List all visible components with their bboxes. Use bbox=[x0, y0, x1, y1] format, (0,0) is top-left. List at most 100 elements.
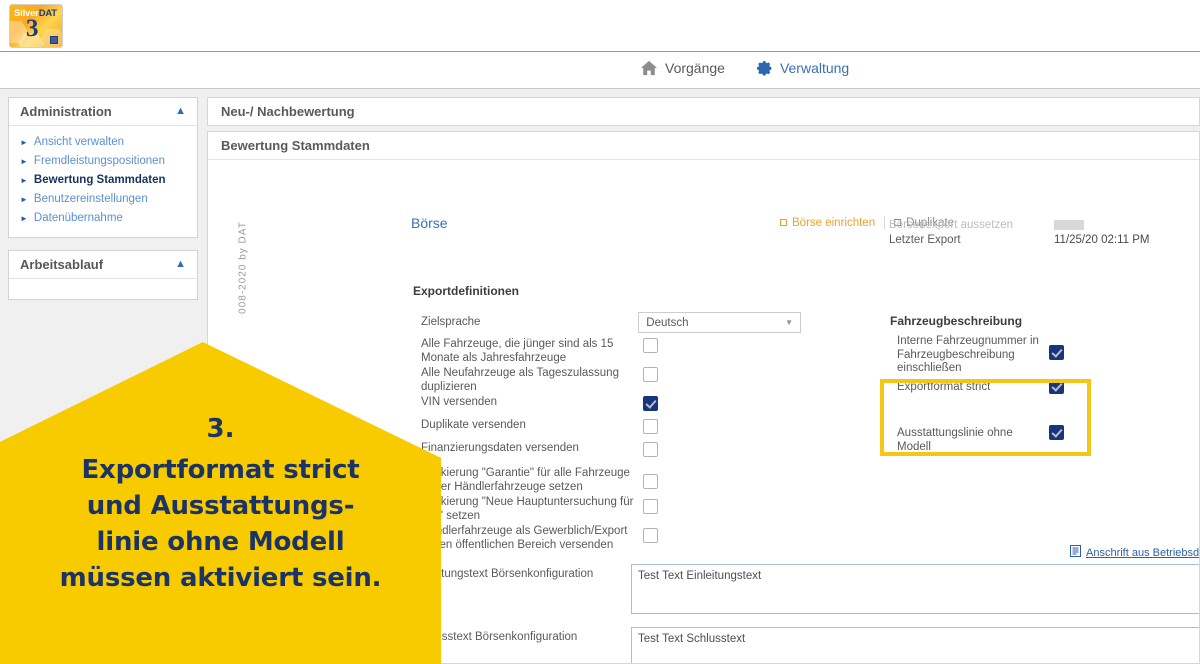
zielsprache-row: Zielsprache Deutsch ▼ bbox=[421, 312, 801, 333]
silverdat-logo[interactable]: SilverDAT 3 bbox=[9, 4, 63, 48]
triangle-right-icon: ► bbox=[20, 137, 28, 147]
option-label: Markierung "Garantie" für alle Fahrzeuge… bbox=[421, 467, 630, 493]
option-checkbox-checked[interactable] bbox=[643, 396, 658, 411]
sidebar-item-label: Datenübernahme bbox=[33, 212, 123, 224]
nav-item-vorgaenge[interactable]: Vorgänge bbox=[640, 60, 725, 76]
boerse-einrichten-label: Börse einrichten bbox=[792, 216, 876, 229]
option-row: Duplikate versenden bbox=[421, 419, 801, 434]
option-checkbox[interactable] bbox=[643, 338, 658, 353]
nav-item-vorgaenge-label: Vorgänge bbox=[665, 60, 725, 76]
einleitungstext-input[interactable] bbox=[631, 564, 1199, 614]
instruction-text: Exportformat strict und Ausstattungs- li… bbox=[0, 452, 441, 596]
vehicle-option-label: Exportformat strict bbox=[897, 381, 991, 393]
option-checkbox[interactable] bbox=[643, 419, 658, 434]
option-row: Alle Neufahrzeuge als Tageszulassung dup… bbox=[421, 367, 801, 394]
option-row: Markierung "Garantie" für alle Fahrzeuge… bbox=[421, 467, 801, 494]
sidebar-item-label: Bewertung Stammdaten bbox=[33, 174, 166, 186]
sidebar-panel-arbeitsablauf-header[interactable]: Arbeitsablauf ▲ bbox=[9, 251, 197, 279]
schlusstext-input[interactable] bbox=[631, 627, 1199, 663]
home-icon bbox=[640, 60, 658, 76]
vehicle-option-checkbox-checked[interactable] bbox=[1049, 345, 1064, 360]
main-navigation: Vorgänge Verwaltung bbox=[0, 53, 1200, 89]
app-window: SilverDAT 3 Vorgänge Verwaltung Administ… bbox=[0, 0, 1200, 664]
sidebar-panel-administration: Administration ▲ ► Ansicht verwalten ► F… bbox=[8, 97, 198, 238]
option-label: Finanzierungsdaten versenden bbox=[421, 442, 579, 454]
option-label: Alle Neufahrzeuge als Tageszulassung dup… bbox=[421, 367, 619, 393]
chevron-down-icon: ▼ bbox=[785, 318, 793, 327]
option-checkbox[interactable] bbox=[643, 499, 658, 514]
exportdefinitionen-list: Zielsprache Deutsch ▼ Alle Fahrzeuge, di… bbox=[421, 312, 801, 554]
sidebar-panel-arbeitsablauf-title: Arbeitsablauf bbox=[20, 257, 104, 272]
instruction-line-3: linie ohne Modell bbox=[96, 527, 345, 557]
vehicle-option-label: Interne Fahrzeugnummer in Fahrzeugbeschr… bbox=[897, 335, 1039, 374]
triangle-right-icon: ► bbox=[20, 194, 28, 204]
boerse-heading: Börse bbox=[411, 215, 448, 231]
sidebar-item-bewertung-stammdaten[interactable]: ► Bewertung Stammdaten bbox=[9, 171, 197, 190]
sidebar: Administration ▲ ► Ansicht verwalten ► F… bbox=[8, 97, 198, 312]
zielsprache-select[interactable]: Deutsch ▼ bbox=[638, 312, 801, 333]
copyright-vertical-text: 008-2020 by DAT bbox=[237, 221, 249, 314]
vehicle-option-row: Interne Fahrzeugnummer in Fahrzeugbeschr… bbox=[897, 335, 1157, 381]
zielsprache-value: Deutsch bbox=[646, 316, 689, 329]
vehicle-option-row-ausstattungslinie: Ausstattungslinie ohne Modell bbox=[897, 425, 1157, 473]
top-bar: SilverDAT 3 bbox=[0, 0, 1200, 52]
option-label: Händlerfahrzeuge als Gewerblich/Export i… bbox=[421, 525, 628, 551]
export-info-block: Börsenexport aussetzen Letzter Export 11… bbox=[889, 220, 1189, 249]
einleitungstext-row: Einleitungstext Börsenkonfiguration bbox=[413, 564, 1199, 614]
triangle-right-icon: ► bbox=[20, 213, 28, 223]
nav-item-verwaltung[interactable]: Verwaltung bbox=[755, 59, 849, 77]
sidebar-item-label: Ansicht verwalten bbox=[33, 136, 125, 148]
letzter-export-value: 11/25/20 02:11 PM bbox=[1054, 233, 1150, 246]
letzter-export-row: Letzter Export 11/25/20 02:11 PM bbox=[889, 230, 1189, 249]
letzter-export-label: Letzter Export bbox=[889, 233, 961, 246]
einleitungstext-label: Einleitungstext Börsenkonfiguration bbox=[413, 568, 594, 580]
nav-item-verwaltung-label: Verwaltung bbox=[779, 60, 850, 76]
option-row: Markierung "Neue Hauptuntersuchung für a… bbox=[421, 496, 801, 523]
nav-item-list: Vorgänge Verwaltung bbox=[640, 59, 849, 77]
chevron-up-icon[interactable]: ▲ bbox=[175, 106, 186, 117]
anschrift-aus-betriebsdaten-link[interactable]: Anschrift aus Betriebsda bbox=[1070, 545, 1200, 560]
boersenexport-aussetzen-label: Börsenexport aussetzen bbox=[889, 220, 1014, 230]
option-label: VIN versenden bbox=[421, 396, 498, 408]
sidebar-panel-administration-header[interactable]: Administration ▲ bbox=[9, 98, 197, 126]
breadcrumb: Neu-/ Nachbewertung bbox=[207, 97, 1200, 126]
boersenexport-aussetzen-row: Börsenexport aussetzen bbox=[889, 220, 1189, 230]
triangle-right-icon: ► bbox=[20, 156, 28, 166]
vehicle-option-label: Ausstattungslinie ohne Modell bbox=[897, 427, 1013, 453]
fahrzeugbeschreibung-list: Interne Fahrzeugnummer in Fahrzeugbeschr… bbox=[897, 335, 1157, 473]
gear-icon bbox=[755, 59, 773, 77]
einleitungstext-block: Einleitungstext Börsenkonfiguration bbox=[413, 564, 1199, 614]
sidebar-panel-arbeitsablauf-body bbox=[9, 279, 197, 299]
anschrift-link-label: Anschrift aus Betriebsda bbox=[1086, 546, 1200, 559]
option-checkbox[interactable] bbox=[643, 528, 658, 543]
sidebar-panel-arbeitsablauf: Arbeitsablauf ▲ bbox=[8, 250, 198, 300]
option-label: Markierung "Neue Hauptuntersuchung für a… bbox=[421, 496, 634, 522]
sidebar-item-datenuebernahme[interactable]: ► Datenübernahme bbox=[9, 209, 197, 228]
option-checkbox[interactable] bbox=[643, 442, 658, 457]
logo-version-number: 3 bbox=[26, 15, 39, 42]
triangle-right-icon: ► bbox=[20, 175, 28, 185]
instruction-callout-content: 3. Exportformat strict und Ausstattungs-… bbox=[0, 414, 441, 596]
page-title: Bewertung Stammdaten bbox=[221, 138, 370, 153]
logo-dat-text: DAT bbox=[38, 8, 57, 19]
document-icon bbox=[1070, 545, 1081, 560]
boerse-einrichten-link[interactable]: Börse einrichten bbox=[771, 217, 884, 229]
option-row: Finanzierungsdaten versenden bbox=[421, 442, 801, 457]
schlusstext-block: Schlusstext Börsenkonfiguration bbox=[413, 627, 1199, 663]
instruction-line-1: Exportformat strict bbox=[81, 455, 360, 485]
sidebar-item-ansicht-verwalten[interactable]: ► Ansicht verwalten bbox=[9, 133, 197, 152]
sidebar-item-fremdleistungspositionen[interactable]: ► Fremdleistungspositionen bbox=[9, 152, 197, 171]
section-header: Bewertung Stammdaten bbox=[208, 132, 1199, 160]
chevron-up-icon[interactable]: ▲ bbox=[175, 259, 186, 270]
exportformat-strict-checkbox[interactable] bbox=[1049, 379, 1064, 394]
option-checkbox[interactable] bbox=[643, 367, 658, 382]
option-row: Alle Fahrzeuge, die jünger sind als 15 M… bbox=[421, 338, 801, 365]
instruction-line-2: und Ausstattungs- bbox=[86, 491, 355, 521]
breadcrumb-label: Neu-/ Nachbewertung bbox=[221, 104, 355, 119]
boersenexport-aussetzen-control[interactable] bbox=[1054, 220, 1084, 230]
ausstattungslinie-ohne-modell-checkbox[interactable] bbox=[1049, 425, 1064, 440]
option-checkbox[interactable] bbox=[643, 474, 658, 489]
exportdefinitionen-title: Exportdefinitionen bbox=[413, 284, 519, 298]
sidebar-item-benutzereinstellungen[interactable]: ► Benutzereinstellungen bbox=[9, 190, 197, 209]
square-outline-icon bbox=[780, 219, 787, 226]
